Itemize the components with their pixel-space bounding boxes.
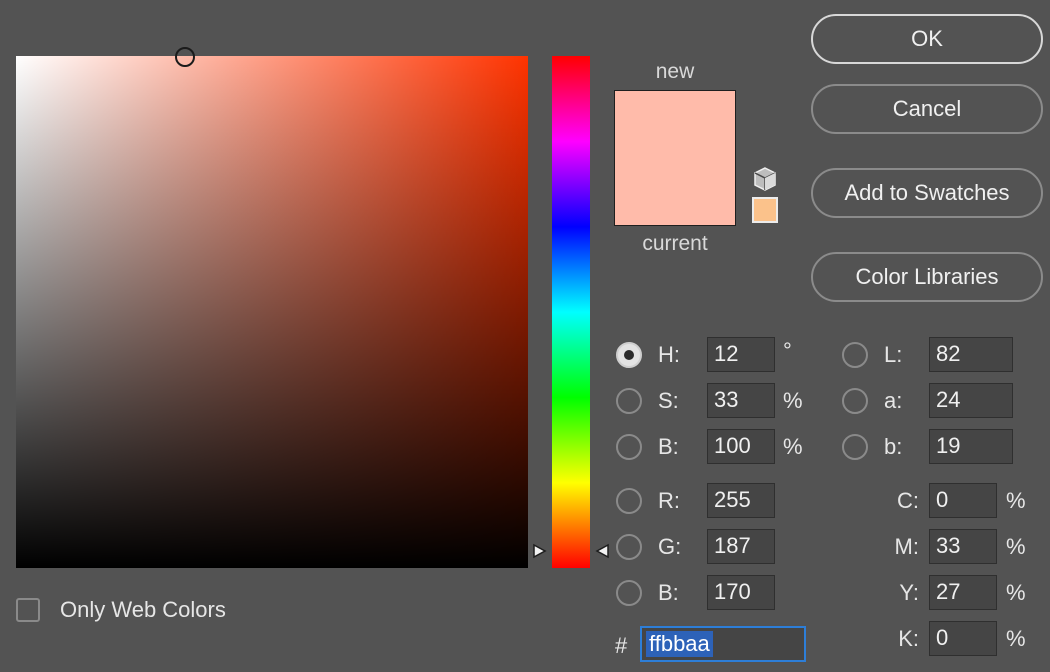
lab-l-radio[interactable] (842, 342, 868, 368)
brightness-unit: % (783, 434, 803, 459)
preview-new-label: new (655, 60, 695, 83)
hue-unit: ° (783, 338, 792, 363)
only-web-colors-checkbox[interactable] (16, 598, 40, 622)
green-radio[interactable] (616, 534, 642, 560)
blue-radio[interactable] (616, 580, 642, 606)
magenta-unit: % (1006, 534, 1026, 559)
brightness-field[interactable]: 100 (707, 429, 775, 464)
lab-a-field[interactable]: 24 (929, 383, 1013, 418)
hue-label: H: (658, 342, 680, 367)
saturation-label: S: (658, 388, 679, 413)
red-label: R: (658, 488, 680, 513)
hex-field[interactable]: ffbbaa (640, 626, 806, 662)
blue-field[interactable]: 170 (707, 575, 775, 610)
green-field[interactable]: 187 (707, 529, 775, 564)
saturation-field[interactable]: 33 (707, 383, 775, 418)
lab-l-label: L: (884, 342, 903, 367)
color-field-cursor[interactable] (174, 47, 195, 67)
red-radio[interactable] (616, 488, 642, 514)
preview-new-swatch (615, 91, 735, 158)
color-preview (614, 90, 736, 226)
saturation-unit: % (783, 388, 803, 413)
cyan-unit: % (1006, 488, 1026, 513)
preview-current-swatch[interactable] (615, 158, 735, 225)
only-web-colors-label: Only Web Colors (60, 597, 226, 622)
lab-b-field[interactable]: 19 (929, 429, 1013, 464)
add-to-swatches-button[interactable]: Add to Swatches (811, 168, 1043, 218)
lab-b-radio[interactable] (842, 434, 868, 460)
color-libraries-button[interactable]: Color Libraries (811, 252, 1043, 302)
brightness-label: B: (658, 434, 679, 459)
green-label: G: (658, 534, 682, 559)
lab-b-label: b: (884, 434, 903, 459)
ok-button[interactable]: OK (811, 14, 1043, 64)
yellow-label: Y: (899, 580, 919, 605)
hue-radio[interactable] (616, 342, 642, 368)
gamut-warning-swatch[interactable] (752, 197, 778, 223)
cyan-field[interactable]: 0 (929, 483, 997, 518)
cube-icon[interactable] (752, 166, 778, 192)
lab-l-field[interactable]: 82 (929, 337, 1013, 372)
triangle-left-icon[interactable] (594, 543, 610, 559)
hex-value: ffbbaa (646, 631, 713, 657)
saturation-brightness-field[interactable] (16, 56, 528, 568)
saturation-radio[interactable] (616, 388, 642, 414)
black-label: K: (898, 626, 919, 651)
preview-current-label: current (642, 232, 708, 255)
hue-slider[interactable] (552, 56, 590, 568)
black-unit: % (1006, 626, 1026, 651)
magenta-label: M: (894, 534, 919, 559)
hue-field[interactable]: 12 (707, 337, 775, 372)
yellow-unit: % (1006, 580, 1026, 605)
lab-a-radio[interactable] (842, 388, 868, 414)
brightness-radio[interactable] (616, 434, 642, 460)
blue-label: B: (658, 580, 679, 605)
red-field[interactable]: 255 (707, 483, 775, 518)
triangle-right-icon[interactable] (532, 543, 548, 559)
black-field[interactable]: 0 (929, 621, 997, 656)
hex-label: # (615, 633, 628, 658)
cyan-label: C: (897, 488, 919, 513)
magenta-field[interactable]: 33 (929, 529, 997, 564)
cancel-button[interactable]: Cancel (811, 84, 1043, 134)
lab-a-label: a: (884, 388, 903, 413)
yellow-field[interactable]: 27 (929, 575, 997, 610)
